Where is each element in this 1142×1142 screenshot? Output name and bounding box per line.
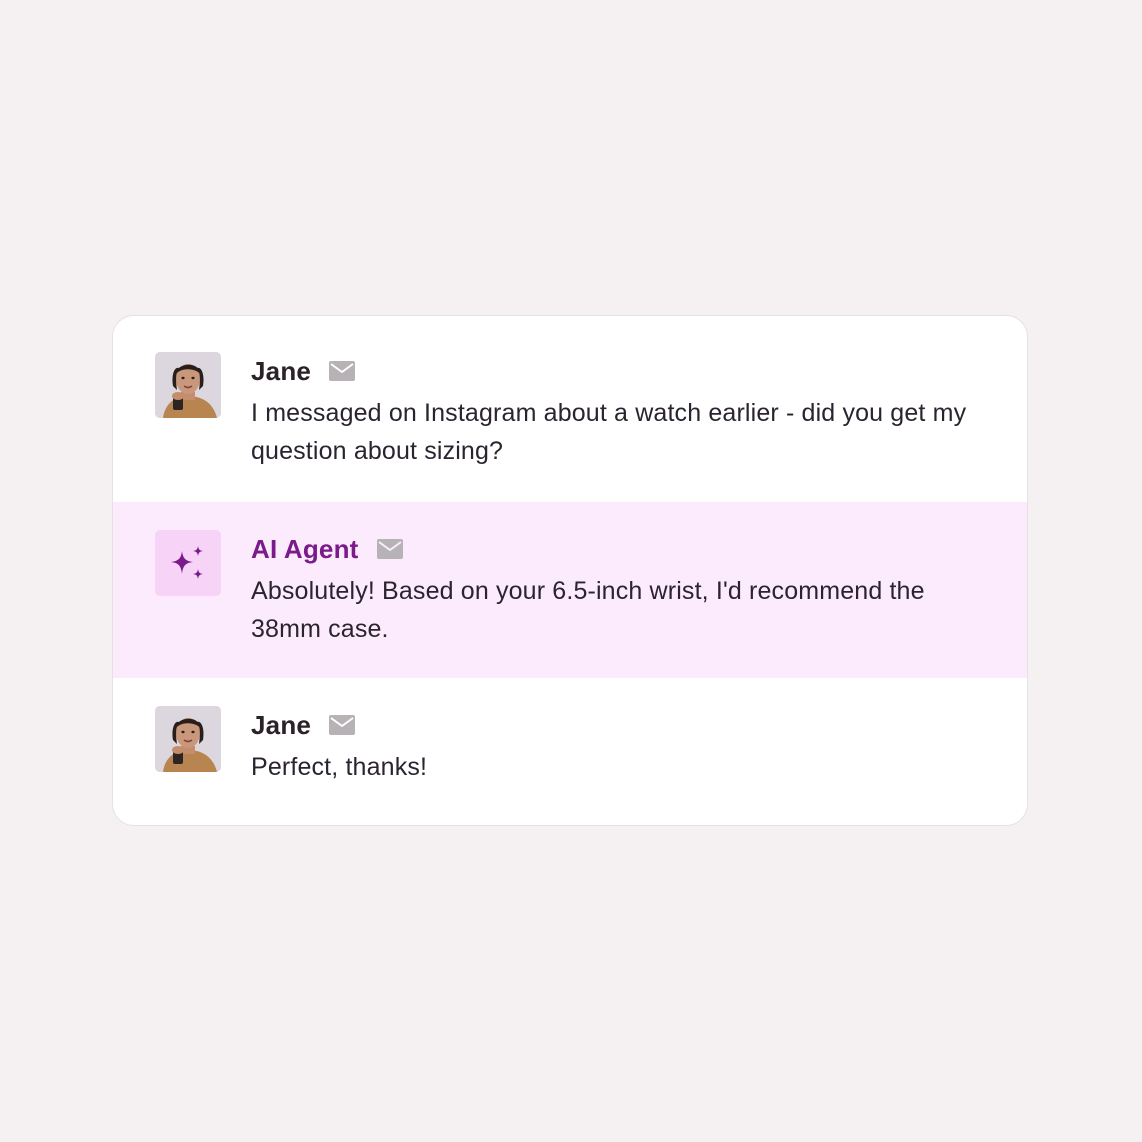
message-text: Absolutely! Based on your 6.5-inch wrist… (251, 577, 925, 643)
sender-name: Jane (251, 355, 312, 386)
message-item: Jane I messaged on Instagram about a wat… (113, 316, 1027, 502)
message-header: Jane (251, 708, 356, 742)
message-header: AI Agent (251, 532, 403, 566)
message-text: Perfect, thanks! (251, 753, 428, 781)
mail-icon (376, 539, 403, 559)
message-text: I messaged on Instagram about a watch ea… (251, 399, 967, 465)
sender-name: AI Agent (251, 533, 359, 564)
message-header: Jane (251, 354, 356, 388)
avatar (155, 706, 221, 772)
avatar (155, 530, 221, 596)
mail-icon (329, 715, 356, 735)
sender-name: Jane (251, 709, 312, 740)
mail-icon (329, 361, 356, 381)
conversation-card: Jane I messaged on Instagram about a wat… (112, 315, 1028, 826)
sparkles-icon (171, 546, 203, 579)
avatar (155, 352, 221, 418)
message-item: Jane Perfect, thanks! (113, 678, 1027, 825)
user-photo-icon (155, 706, 221, 772)
user-photo-icon (155, 352, 221, 418)
message-item: AI Agent Absolutely! Based on your 6.5-i… (113, 502, 1027, 678)
